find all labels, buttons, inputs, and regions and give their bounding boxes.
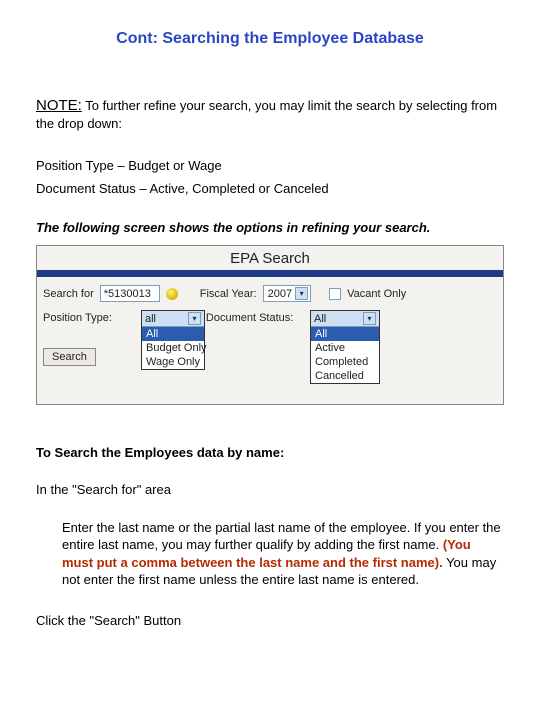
document-status-option[interactable]: Cancelled (311, 369, 379, 383)
position-type-option[interactable]: All (142, 327, 204, 341)
document-status-value: All (314, 313, 326, 325)
document-status-def: Document Status – Active, Completed or C… (36, 181, 504, 198)
lightbulb-icon[interactable] (166, 288, 178, 300)
app-screenshot: EPA Search Search for *5130013 Fiscal Ye… (36, 245, 504, 405)
note-label: NOTE: (36, 97, 82, 114)
title-bar (37, 270, 503, 277)
position-type-label: Position Type: (43, 312, 112, 324)
chevron-down-icon: ▾ (188, 312, 201, 325)
instructions-text-a: Enter the last name or the partial last … (62, 520, 501, 553)
chevron-down-icon: ▾ (295, 287, 308, 300)
document-status-option[interactable]: All (311, 327, 379, 341)
position-type-select[interactable]: all ▾ All Budget Only Wage Only (141, 310, 205, 370)
document-status-label: Document Status: (206, 312, 293, 324)
search-for-label: Search for (43, 288, 94, 300)
page-title: Cont: Searching the Employee Database (36, 30, 504, 48)
click-search-text: Click the "Search" Button (36, 613, 504, 630)
filter-row: Position Type: Document Status: all ▾ Al… (37, 310, 503, 324)
vacant-only-label: Vacant Only (347, 288, 406, 300)
position-type-option[interactable]: Wage Only (142, 355, 204, 369)
fiscal-year-label: Fiscal Year: (200, 288, 257, 300)
document-status-select[interactable]: All ▾ All Active Completed Cancelled (310, 310, 380, 384)
fiscal-year-value: 2007 (268, 288, 292, 300)
app-title: EPA Search (37, 246, 503, 270)
search-for-input[interactable]: *5130013 (100, 285, 160, 302)
note-text: To further refine your search, you may l… (36, 98, 497, 131)
by-name-instructions: Enter the last name or the partial last … (62, 519, 504, 589)
position-type-option[interactable]: Budget Only (142, 341, 204, 355)
position-type-selected[interactable]: all ▾ (142, 311, 204, 327)
document-status-option[interactable]: Completed (311, 355, 379, 369)
search-button[interactable]: Search (43, 348, 96, 366)
search-row: Search for *5130013 Fiscal Year: 2007 ▾ … (37, 277, 503, 310)
document-status-option[interactable]: Active (311, 341, 379, 355)
leadin-text: The following screen shows the options i… (36, 220, 504, 237)
position-type-def: Position Type – Budget or Wage (36, 158, 504, 175)
by-name-intro: In the "Search for" area (36, 482, 504, 499)
by-name-heading: To Search the Employees data by name: (36, 445, 504, 462)
fiscal-year-select[interactable]: 2007 ▾ (263, 285, 311, 302)
document-status-selected[interactable]: All ▾ (311, 311, 379, 327)
chevron-down-icon: ▾ (363, 312, 376, 325)
position-type-value: all (145, 313, 156, 325)
vacant-only-checkbox[interactable] (329, 288, 341, 300)
note-paragraph: NOTE: To further refine your search, you… (36, 96, 504, 132)
